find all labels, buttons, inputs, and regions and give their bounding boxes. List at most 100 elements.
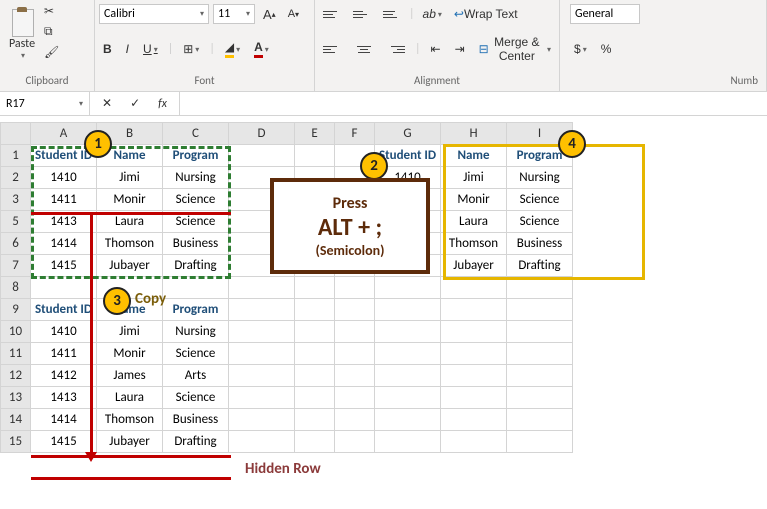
cell[interactable] <box>295 409 335 431</box>
col-header[interactable]: D <box>229 123 295 145</box>
cell[interactable]: Thomson <box>97 233 163 255</box>
cell[interactable]: 1413 <box>31 387 97 409</box>
font-name-combo[interactable]: Calibri <box>99 4 209 24</box>
cell[interactable] <box>375 409 441 431</box>
confirm-formula-button[interactable]: ✓ <box>126 94 144 113</box>
cell[interactable]: Laura <box>441 211 507 233</box>
col-header[interactable]: C <box>163 123 229 145</box>
formula-input[interactable] <box>179 92 767 115</box>
row-header[interactable]: 15 <box>1 431 31 453</box>
cell[interactable]: Thomson <box>441 233 507 255</box>
cell[interactable] <box>335 387 375 409</box>
name-box[interactable]: R17 <box>0 92 90 115</box>
cell[interactable] <box>295 277 335 299</box>
cell[interactable]: Jubayer <box>97 255 163 277</box>
cell[interactable]: Jubayer <box>441 255 507 277</box>
cell[interactable]: Laura <box>97 387 163 409</box>
cell[interactable] <box>295 211 335 233</box>
cell[interactable] <box>229 409 295 431</box>
fill-color-button[interactable]: ◢ <box>221 38 244 60</box>
cell[interactable]: Arts <box>163 365 229 387</box>
cell[interactable]: Thomson <box>97 409 163 431</box>
cell[interactable] <box>163 277 229 299</box>
cell[interactable]: Business <box>163 233 229 255</box>
cell[interactable]: 1414 <box>375 233 441 255</box>
cell[interactable]: Science <box>163 387 229 409</box>
col-header[interactable]: F <box>335 123 375 145</box>
cell[interactable]: Jimi <box>97 321 163 343</box>
row-header[interactable]: 12 <box>1 365 31 387</box>
select-all-corner[interactable] <box>1 123 31 145</box>
cell[interactable] <box>507 387 573 409</box>
cell[interactable] <box>229 321 295 343</box>
cell[interactable]: Science <box>507 211 573 233</box>
italic-button[interactable]: I <box>122 40 133 58</box>
cell[interactable] <box>229 167 295 189</box>
cell[interactable] <box>335 431 375 453</box>
cell[interactable] <box>507 321 573 343</box>
cell[interactable]: Jimi <box>97 167 163 189</box>
cell[interactable]: Nursing <box>507 167 573 189</box>
cut-button[interactable]: ✂ <box>40 2 63 20</box>
cell[interactable]: Nursing <box>163 167 229 189</box>
cell[interactable]: 1413 <box>375 211 441 233</box>
col-header[interactable]: G <box>375 123 441 145</box>
cell[interactable]: Monir <box>97 343 163 365</box>
cell[interactable] <box>335 277 375 299</box>
cell[interactable] <box>507 277 573 299</box>
cell[interactable] <box>335 255 375 277</box>
cell[interactable] <box>441 387 507 409</box>
cell[interactable] <box>335 343 375 365</box>
cell[interactable]: 1414 <box>31 409 97 431</box>
cell[interactable] <box>295 299 335 321</box>
cell[interactable] <box>295 387 335 409</box>
row-header[interactable]: 5 <box>1 211 31 233</box>
merge-center-button[interactable]: ⊟ Merge & Center <box>475 33 555 65</box>
cell[interactable] <box>229 211 295 233</box>
cell[interactable]: Student ID <box>31 299 97 321</box>
cell[interactable] <box>441 299 507 321</box>
percent-button[interactable]: % <box>597 40 616 58</box>
cell[interactable] <box>229 343 295 365</box>
cell[interactable] <box>295 255 335 277</box>
cell[interactable] <box>335 321 375 343</box>
decrease-indent-button[interactable]: ⇤ <box>427 40 445 58</box>
cell[interactable]: Drafting <box>507 255 573 277</box>
cell[interactable] <box>375 299 441 321</box>
cell[interactable] <box>229 145 295 167</box>
cell[interactable]: Program <box>163 299 229 321</box>
align-center-button[interactable] <box>351 39 377 59</box>
cell[interactable]: Science <box>163 211 229 233</box>
cell[interactable]: 1412 <box>31 365 97 387</box>
cell[interactable] <box>335 211 375 233</box>
cell[interactable]: Science <box>163 343 229 365</box>
cell[interactable] <box>229 365 295 387</box>
cell[interactable]: Science <box>163 189 229 211</box>
cell[interactable] <box>229 299 295 321</box>
cell[interactable]: Business <box>507 233 573 255</box>
cell[interactable]: Jimi <box>441 167 507 189</box>
cell[interactable] <box>441 409 507 431</box>
row-header[interactable]: 11 <box>1 343 31 365</box>
cell[interactable]: Drafting <box>163 431 229 453</box>
cell[interactable]: 1411 <box>31 189 97 211</box>
align-bottom-button[interactable] <box>379 4 405 24</box>
cell[interactable] <box>507 343 573 365</box>
cell[interactable] <box>295 343 335 365</box>
cell[interactable] <box>229 233 295 255</box>
cell[interactable]: 1415 <box>31 255 97 277</box>
cell[interactable] <box>335 409 375 431</box>
row-header[interactable]: 7 <box>1 255 31 277</box>
row-header[interactable]: 1 <box>1 145 31 167</box>
cell[interactable] <box>507 409 573 431</box>
cell[interactable] <box>375 365 441 387</box>
cell[interactable]: 1414 <box>31 233 97 255</box>
increase-indent-button[interactable]: ⇥ <box>451 40 469 58</box>
cell[interactable]: James <box>97 365 163 387</box>
spreadsheet-grid[interactable]: A B C D E F G H I 1Student IDNameProgram… <box>0 122 573 453</box>
copy-button[interactable]: ⧉ <box>40 22 63 41</box>
number-format-combo[interactable]: General <box>570 4 640 24</box>
cell[interactable] <box>295 167 335 189</box>
cell[interactable] <box>375 343 441 365</box>
cell[interactable] <box>507 365 573 387</box>
